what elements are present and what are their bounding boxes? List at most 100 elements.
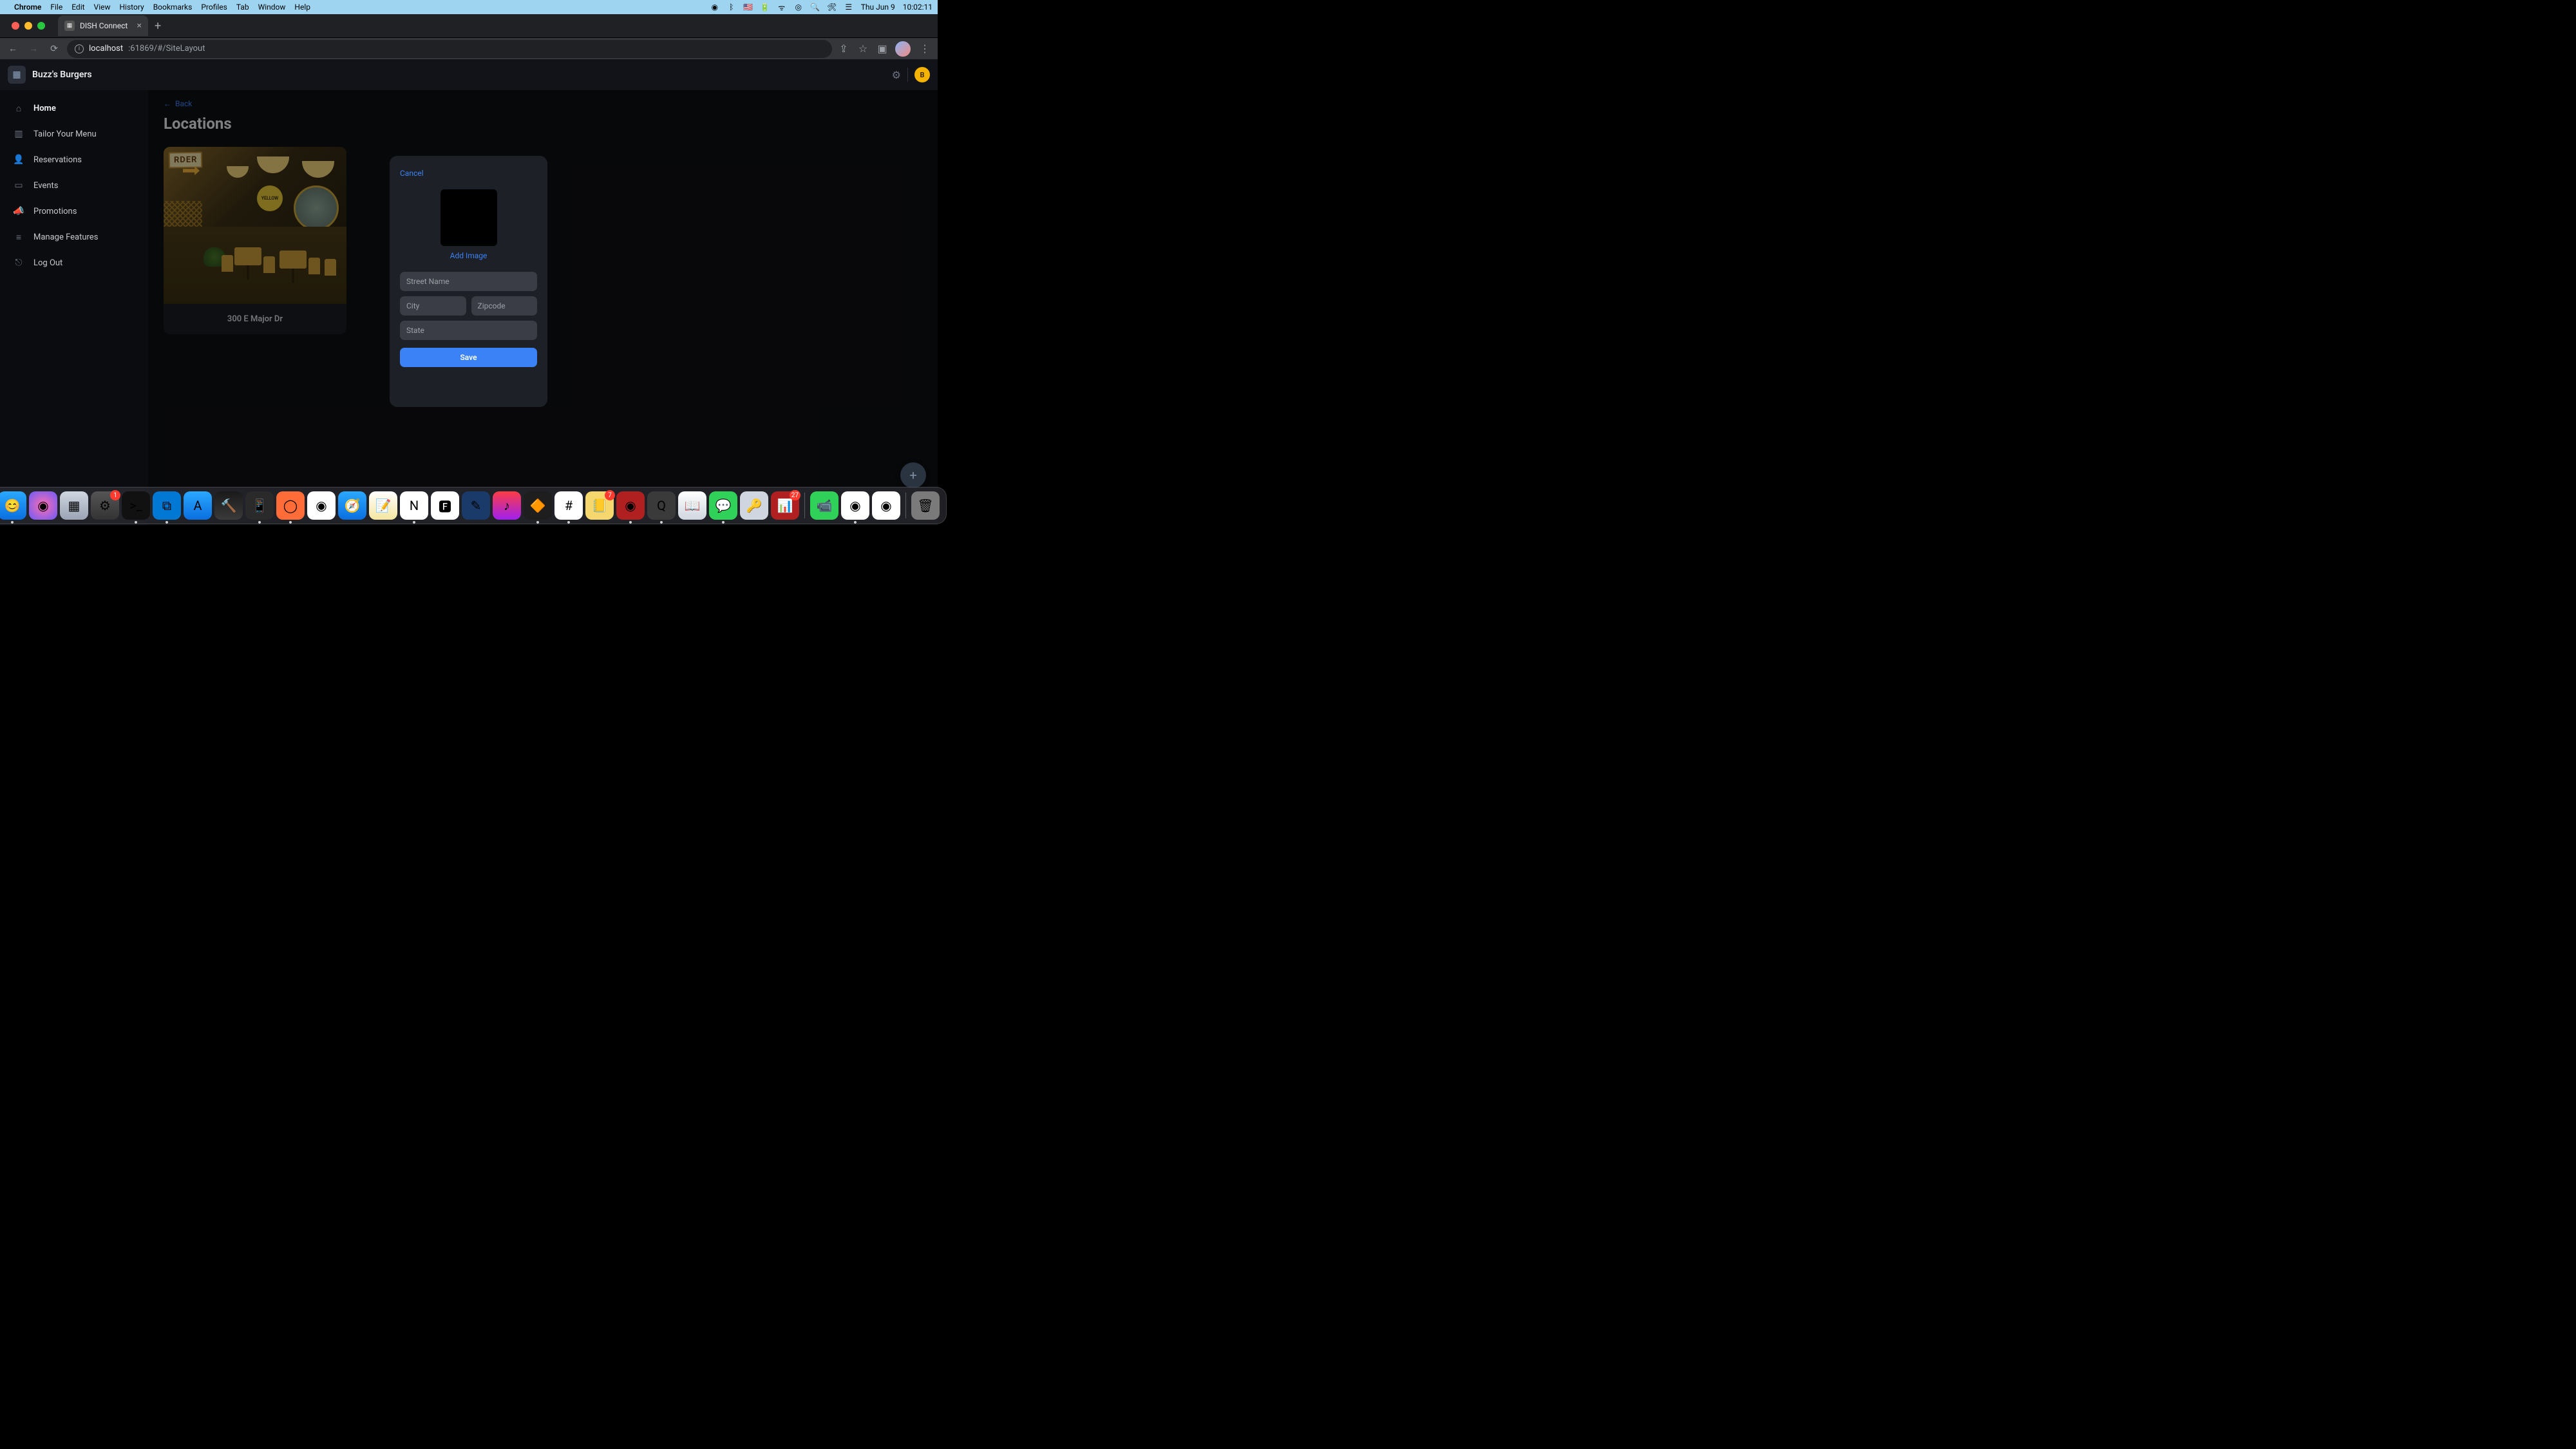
mac-menu-edit[interactable]: Edit [71,3,84,12]
dock-vscode-icon[interactable]: ⧉ [153,491,181,520]
tools-icon[interactable]: 🛠 [828,3,837,12]
decor-lamp-icon [302,161,334,178]
dock-quicktime-icon[interactable]: Q [647,491,676,520]
dock-numbers-icon[interactable]: 📊27 [771,491,799,520]
mac-app-name[interactable]: Chrome [14,3,41,12]
sidebar-item-reservations[interactable]: 👤 Reservations [0,147,148,173]
window-max-button[interactable] [37,22,45,30]
dock-running-dot-icon [536,521,539,524]
tab-close-button[interactable]: × [137,21,142,31]
street-name-input[interactable] [400,272,537,291]
url-path: :61869/#/SiteLayout [128,44,205,53]
person-icon: 👤 [13,155,24,165]
mac-menu-help[interactable]: Help [294,3,310,12]
header-divider [907,68,908,82]
mac-menu-view[interactable]: View [94,3,111,12]
sidebar-item-tailor-menu[interactable]: ▥ Tailor Your Menu [0,121,148,147]
share-icon[interactable]: ⇪ [837,43,850,55]
add-image-link[interactable]: Add Image [400,251,537,260]
dock-keychain-icon[interactable]: 🔑 [740,491,768,520]
dock-xcode-icon[interactable]: 🔨 [214,491,243,520]
back-link[interactable]: ← Back [164,99,922,108]
flag-icon[interactable]: 🇺🇸 [744,3,753,12]
control-center-icon[interactable]: ☰ [844,3,853,12]
dock-trash-icon[interactable]: 🗑 [911,491,940,520]
recording-icon[interactable]: ◉ [710,3,719,12]
settings-icon[interactable]: ⚙ [892,69,901,81]
browser-tab[interactable]: ▦ DISH Connect × [58,15,148,36]
nav-reload-button[interactable]: ⟳ [46,41,62,57]
dock-sketch-icon[interactable]: ✎ [462,491,490,520]
dock-safari-icon[interactable]: 🧭 [338,491,366,520]
state-input[interactable] [400,321,537,340]
wifi-icon[interactable]: ᯤ [777,3,786,12]
traffic-lights [5,22,52,30]
dock-font-icon[interactable]: 🅵 [431,491,459,520]
logout-icon: ⎋ [13,258,24,268]
location-icon[interactable]: ◎ [794,3,803,12]
cancel-button[interactable]: Cancel [400,169,537,178]
image-preview[interactable] [440,189,497,246]
dock-terminal-icon[interactable]: >_ [122,491,150,520]
bookmark-icon[interactable]: ☆ [857,43,869,55]
dock-siri-icon[interactable]: ◉ [29,491,57,520]
nav-back-button[interactable]: ← [5,41,21,57]
zipcode-input[interactable] [471,296,538,316]
decor-chair-icon [325,259,336,276]
decor-window-icon [294,185,339,231]
sidebar-item-home[interactable]: ⌂ Home [0,95,148,121]
dock-launchpad-icon[interactable]: ▦ [60,491,88,520]
dock-facetime-icon[interactable]: 📹 [810,491,838,520]
dock-postman-icon[interactable]: ◯ [276,491,305,520]
dock-stickies-icon[interactable]: 📒7 [585,491,614,520]
city-input[interactable] [400,296,466,316]
sidebar-item-promotions[interactable]: 📣 Promotions [0,198,148,224]
new-tab-button[interactable]: + [148,19,167,33]
dock-notes-icon[interactable]: 📝 [369,491,397,520]
spotlight-icon[interactable]: 🔍 [811,3,820,12]
dock-compass-icon[interactable]: ◉ [616,491,645,520]
location-image: RDER YELLOW [164,147,346,304]
mac-menu-tab[interactable]: Tab [236,3,249,12]
mac-date[interactable]: Thu Jun 9 [861,3,895,12]
battery-icon[interactable]: 🔋 [761,3,770,12]
dock-simulator-icon[interactable]: 📱 [245,491,274,520]
dock-finder-icon[interactable]: 😊 [0,491,26,520]
profile-badge[interactable]: B [914,67,930,82]
mac-menu-window[interactable]: Window [258,3,286,12]
mac-time[interactable]: 10:02:11 [903,3,933,12]
url-input[interactable]: i localhost:61869/#/SiteLayout [67,40,832,58]
window-min-button[interactable] [24,22,32,30]
sidebar-item-manage-features[interactable]: ≡ Manage Features [0,224,148,250]
extensions-icon[interactable]: ▣ [876,43,889,55]
mac-menu-file[interactable]: File [50,3,62,12]
mac-menu-bookmarks[interactable]: Bookmarks [153,3,193,12]
add-fab-button[interactable]: + [900,462,926,488]
location-card[interactable]: RDER YELLOW 300 E Major Dr [164,147,346,334]
dock-dictionary-icon[interactable]: 📖 [678,491,706,520]
dock-slack-icon[interactable]: # [554,491,583,520]
app-logo-icon[interactable]: ▦ [8,66,26,84]
dock-notion-icon[interactable]: N [400,491,428,520]
bluetooth-icon[interactable]: ᛒ [727,3,736,12]
window-close-button[interactable] [12,22,19,30]
mac-menu-profiles[interactable]: Profiles [201,3,227,12]
sidebar-item-logout[interactable]: ⎋ Log Out [0,250,148,276]
browser-menu-button[interactable]: ⋮ [917,43,933,55]
dock-figma-icon[interactable]: 🔶 [524,491,552,520]
profile-avatar[interactable] [895,41,911,57]
save-button[interactable]: Save [400,348,537,367]
dock-chrome-canary-icon[interactable]: ◉ [307,491,336,520]
dock-running-dot-icon [567,521,570,524]
mac-menu-history[interactable]: History [120,3,144,12]
dock-messages-icon[interactable]: 💬 [709,491,737,520]
dock-settings-icon[interactable]: ⚙1 [91,491,119,520]
dock-chrome-icon[interactable]: ◉ [841,491,869,520]
dock-chrome2-icon[interactable]: ◉ [872,491,900,520]
nav-forward-button[interactable]: → [26,41,41,57]
url-right-controls: ⇪ ☆ ▣ ⋮ [837,41,933,57]
sidebar-item-events[interactable]: ▭ Events [0,173,148,198]
site-info-icon[interactable]: i [75,44,84,53]
dock-music-icon[interactable]: ♪ [493,491,521,520]
dock-appstore-icon[interactable]: A [184,491,212,520]
